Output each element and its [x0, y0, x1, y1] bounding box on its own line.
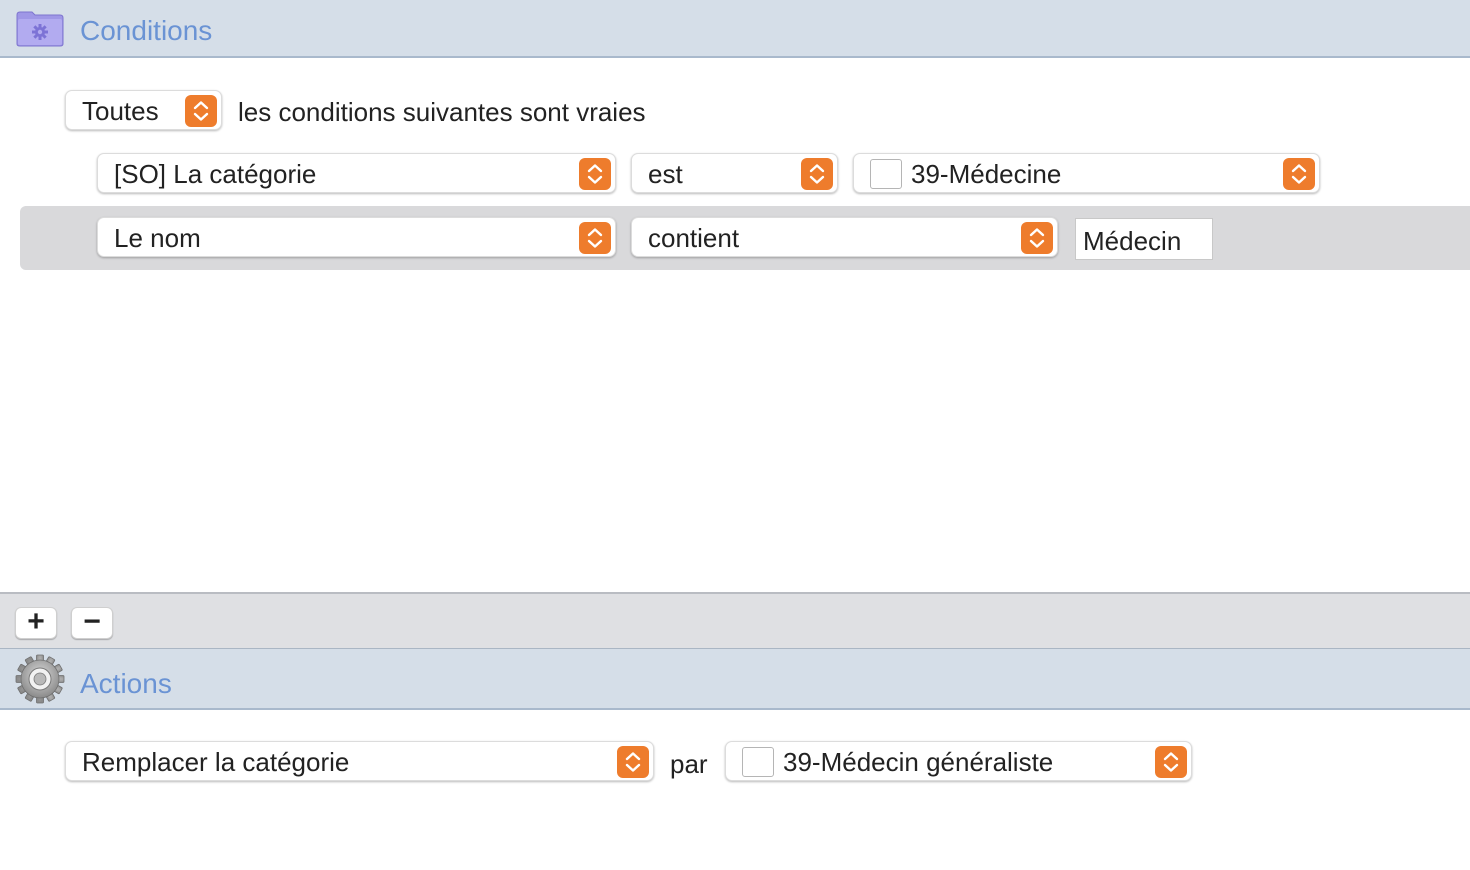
condition-field-select[interactable]: Le nom — [97, 217, 616, 257]
match-mode-suffix: les conditions suivantes sont vraies — [238, 97, 646, 127]
action-category-value: 39-Médecin généraliste — [783, 747, 1054, 777]
condition-field-select[interactable]: [SO] La catégorie — [97, 153, 616, 193]
chevron-updown-icon — [801, 158, 833, 190]
chevron-updown-icon — [1283, 158, 1315, 190]
action-connector-label: par — [670, 749, 708, 779]
chevron-updown-icon — [617, 746, 649, 778]
action-category-select[interactable]: 39-Médecin généraliste — [725, 741, 1192, 781]
chevron-updown-icon — [579, 158, 611, 190]
chevron-updown-icon — [1155, 746, 1187, 778]
match-mode-select[interactable]: Toutes — [65, 90, 222, 130]
action-type-select[interactable]: Remplacer la catégorie — [65, 741, 654, 781]
condition-category-select[interactable]: 39-Médecine — [853, 153, 1320, 193]
condition-operator-value: est — [648, 159, 683, 189]
condition-operator-select[interactable]: est — [631, 153, 838, 193]
chevron-updown-icon — [579, 222, 611, 254]
smart-folder-icon — [16, 11, 64, 47]
conditions-header: Conditions — [0, 0, 1470, 58]
conditions-toolbar: + − — [0, 592, 1470, 648]
gear-icon — [15, 654, 65, 704]
conditions-title: Conditions — [80, 15, 213, 46]
category-color-swatch — [870, 159, 902, 189]
condition-operator-value: contient — [648, 223, 740, 253]
condition-category-value: 39-Médecine — [911, 159, 1062, 189]
actions-header: Actions — [0, 648, 1470, 710]
action-type-value: Remplacer la catégorie — [82, 747, 350, 777]
condition-text-value: Médecin — [1083, 226, 1182, 256]
condition-text-input[interactable]: Médecin — [1075, 218, 1213, 260]
remove-condition-button[interactable]: − — [71, 607, 113, 639]
category-color-swatch — [742, 747, 774, 777]
condition-field-value: Le nom — [114, 223, 201, 253]
chevron-updown-icon — [185, 95, 217, 127]
add-condition-button[interactable]: + — [15, 607, 57, 639]
condition-field-value: [SO] La catégorie — [114, 159, 317, 189]
match-mode-value: Toutes — [82, 96, 159, 126]
actions-title: Actions — [80, 668, 172, 699]
condition-operator-select[interactable]: contient — [631, 217, 1058, 257]
chevron-updown-icon — [1021, 222, 1053, 254]
